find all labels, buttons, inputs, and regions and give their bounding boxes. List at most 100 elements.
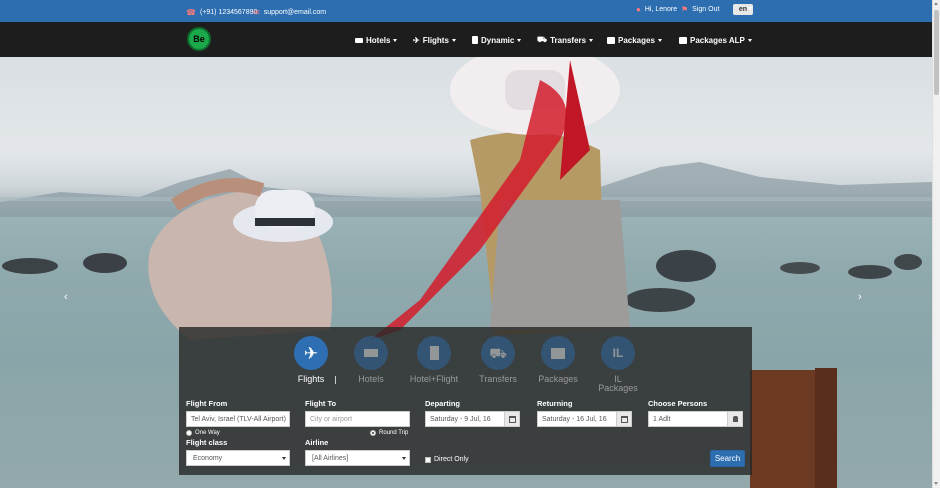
plane-icon: ✈ <box>303 343 319 363</box>
envelope-icon: ✉ <box>253 8 260 17</box>
returning-calendar-button[interactable] <box>616 411 632 427</box>
user-icon: ● <box>636 5 641 14</box>
tab-icon-circle <box>417 336 451 370</box>
tab-flights[interactable]: ✈ Flights <box>281 336 341 384</box>
departing-date-input[interactable]: Saturday - 9 Jul, 16 <box>425 411 505 427</box>
road-icon: ⛟ <box>489 345 507 361</box>
nav-item-transfers[interactable]: ⛟ Transfers <box>537 35 594 45</box>
chevron-down-icon <box>589 38 594 42</box>
nav-label: Packages <box>618 35 655 45</box>
tab-label: Flights <box>297 374 325 384</box>
flight-to-label: Flight To <box>305 399 337 408</box>
chevron-down-icon <box>747 38 752 42</box>
scroll-up-arrow-icon[interactable] <box>934 2 938 5</box>
flight-class-select[interactable]: Economy <box>186 450 290 466</box>
search-button[interactable]: Search <box>710 450 745 467</box>
tab-transfers[interactable]: ⛟ Transfers <box>468 336 528 384</box>
tab-il-packages[interactable]: IL IL Packages <box>588 336 648 393</box>
main-nav <box>0 22 932 57</box>
tab-icon-circle: ✈ <box>294 336 328 370</box>
chevron-down-icon <box>402 457 406 460</box>
scroll-down-arrow-icon[interactable] <box>934 482 938 485</box>
greeting-text[interactable]: Hi, Lenore <box>645 6 677 13</box>
phone-contact: ☎ (+91) 1234567890 <box>186 8 257 17</box>
airline-select[interactable]: [All Airlines] <box>305 450 410 466</box>
chevron-down-icon <box>517 38 522 42</box>
bed-icon <box>364 349 378 357</box>
nav-label: Flights <box>422 35 449 45</box>
nav-label: Transfers <box>550 35 587 45</box>
round-trip-label: Round Trip <box>379 430 409 436</box>
briefcase-icon <box>551 347 565 359</box>
chevron-down-icon <box>451 38 456 42</box>
carousel-next-arrow[interactable]: › <box>858 291 862 303</box>
nav-item-dynamic[interactable]: Dynamic <box>472 35 522 45</box>
person-icon <box>732 416 738 422</box>
flight-to-input[interactable]: City or airport <box>305 411 410 427</box>
direct-only-checkbox[interactable] <box>425 457 431 463</box>
logo-text: Be <box>193 34 205 44</box>
nav-label: Dynamic <box>481 35 515 45</box>
chevron-down-icon <box>748 7 752 10</box>
nav-label: Hotels <box>366 35 391 45</box>
plane-icon: ✈ <box>413 35 420 45</box>
tab-icon-circle: ⛟ <box>481 336 515 370</box>
tab-icon-circle <box>541 336 575 370</box>
returning-label: Returning <box>537 399 573 408</box>
tab-icon-circle <box>354 336 388 370</box>
flight-class-value: Economy <box>193 454 223 462</box>
road-icon: ⛟ <box>537 35 548 44</box>
airline-value: [All Airlines] <box>312 454 349 462</box>
persons-button[interactable] <box>727 411 743 427</box>
flight-class-label: Flight class <box>186 438 228 447</box>
signout-text[interactable]: Sign Out <box>692 6 719 13</box>
phone-number: (+91) 1234567890 <box>199 9 258 16</box>
tab-label: Hotel+Flight <box>409 374 459 384</box>
tab-packages[interactable]: Packages <box>528 336 588 384</box>
chevron-down-icon <box>657 38 662 42</box>
flight-from-input[interactable]: Tel Aviv, Israel (TLV-All Airport) <box>186 411 290 427</box>
tab-label: Transfers <box>479 374 517 384</box>
top-bar: ☎ (+91) 1234567890 ✉ support@email.com ●… <box>0 0 932 22</box>
phone-icon: ☎ <box>186 8 196 17</box>
dynamic-icon <box>472 36 478 44</box>
email-address[interactable]: support@email.com <box>264 9 326 16</box>
returning-date-input[interactable]: Saturday - 16 Jul, 16 <box>537 411 617 427</box>
signout-link[interactable]: ⚑ Sign Out <box>681 5 719 14</box>
nav-item-packages[interactable]: Packages <box>607 35 662 45</box>
one-way-label: One Way <box>195 430 220 436</box>
tab-hotels[interactable]: Hotels <box>341 336 401 384</box>
persons-input[interactable]: 1 Adlt <box>648 411 728 427</box>
nav-item-hotels[interactable]: Hotels <box>355 35 398 45</box>
flight-from-label: Flight From <box>186 399 228 408</box>
one-way-radio[interactable] <box>186 430 192 436</box>
scrollbar-thumb[interactable] <box>934 10 939 95</box>
briefcase-icon <box>679 36 687 44</box>
tab-icon-circle: IL <box>601 336 635 370</box>
calendar-icon <box>508 415 516 423</box>
airline-label: Airline <box>305 438 329 447</box>
tab-label: IL Packages <box>598 374 638 393</box>
tab-hotel-flight[interactable]: Hotel+Flight <box>404 336 464 384</box>
email-contact[interactable]: ✉ support@email.com <box>253 8 326 17</box>
chevron-down-icon <box>282 457 286 460</box>
calendar-icon <box>620 415 628 423</box>
round-trip-radio[interactable] <box>370 430 376 436</box>
logo[interactable]: Be <box>187 27 211 51</box>
carousel-prev-arrow[interactable]: ‹ <box>64 291 68 303</box>
direct-only-label: Direct Only <box>434 456 469 463</box>
nav-item-packages-alp[interactable]: Packages ALP <box>679 35 752 45</box>
briefcase-icon <box>607 36 615 44</box>
nav-item-flights[interactable]: ✈ Flights <box>413 35 456 45</box>
nav-label: Packages ALP <box>690 35 745 45</box>
il-icon: IL <box>612 346 624 360</box>
tab-divider <box>335 376 336 384</box>
chevron-down-icon <box>393 38 398 42</box>
departing-label: Departing <box>425 399 461 408</box>
departing-calendar-button[interactable] <box>504 411 520 427</box>
user-greeting[interactable]: ● Hi, Lenore <box>636 5 677 14</box>
signout-icon: ⚑ <box>681 5 689 14</box>
choose-persons-label: Choose Persons <box>648 399 708 408</box>
bed-icon <box>355 37 363 43</box>
tab-label: Packages <box>538 374 578 384</box>
